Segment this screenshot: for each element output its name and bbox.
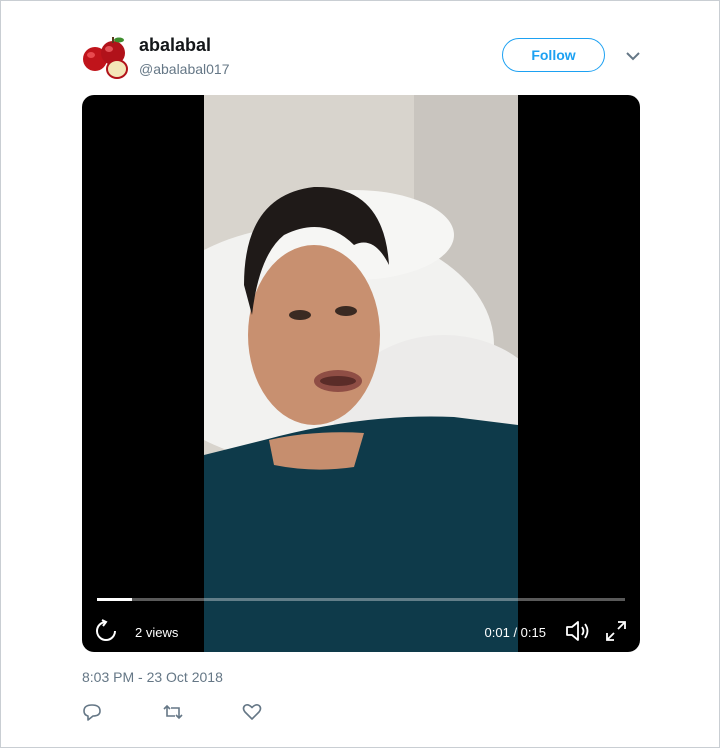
apple-icon: [83, 37, 128, 79]
playback-time: 0:01 / 0:15: [484, 625, 546, 640]
display-name[interactable]: abalabal: [139, 35, 211, 56]
view-count: 2 views: [135, 625, 179, 640]
replay-icon[interactable]: [94, 619, 118, 643]
tweet-card: abalabal @abalabal017 Follow 2 views 0:0…: [0, 0, 720, 748]
video-frame: [204, 95, 518, 652]
follow-button[interactable]: Follow: [502, 38, 605, 72]
tweet-timestamp[interactable]: 8:03 PM - 23 Oct 2018: [82, 669, 223, 685]
volume-icon[interactable]: [565, 619, 591, 643]
reply-icon[interactable]: [82, 703, 102, 721]
avatar[interactable]: [81, 35, 129, 79]
fullscreen-icon[interactable]: [604, 619, 628, 643]
chevron-down-icon[interactable]: [624, 49, 642, 63]
user-handle[interactable]: @abalabal017: [139, 61, 230, 77]
progress-bar[interactable]: [97, 598, 625, 601]
heart-icon[interactable]: [242, 703, 262, 721]
follow-button-label: Follow: [531, 47, 576, 63]
progress-bar-fill: [97, 598, 133, 601]
video-player[interactable]: 2 views 0:01 / 0:15: [82, 95, 640, 652]
retweet-icon[interactable]: [163, 703, 183, 721]
